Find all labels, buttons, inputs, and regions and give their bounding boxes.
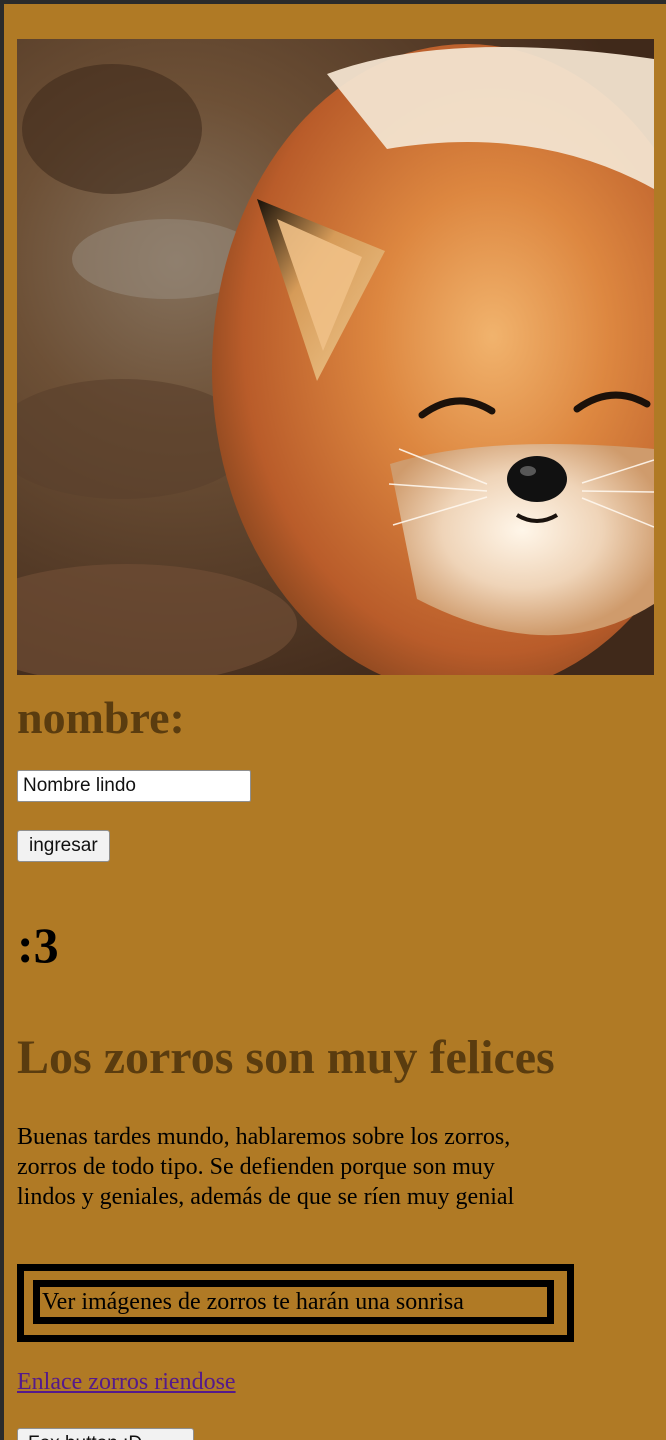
article-title: Los zorros son muy felices xyxy=(17,1031,555,1084)
name-heading: nombre: xyxy=(17,692,185,743)
emoticon-text: :3 xyxy=(17,917,59,973)
framed-message-text: Ver imágenes de zorros te harán una sonr… xyxy=(42,1289,464,1315)
fox-image xyxy=(17,39,654,675)
article-description: Buenas tardes mundo, hablaremos sobre lo… xyxy=(17,1124,515,1210)
name-input[interactable] xyxy=(17,770,251,802)
page: nombre: ingresar :3 Los zorros son muy f… xyxy=(4,4,666,1440)
fox-laughing-link[interactable]: Enlace zorros riendose xyxy=(17,1368,236,1397)
bottom-button[interactable]: Fox button :D xyxy=(17,1428,194,1440)
fox-photo xyxy=(17,39,654,675)
enter-button[interactable]: ingresar xyxy=(17,830,110,862)
